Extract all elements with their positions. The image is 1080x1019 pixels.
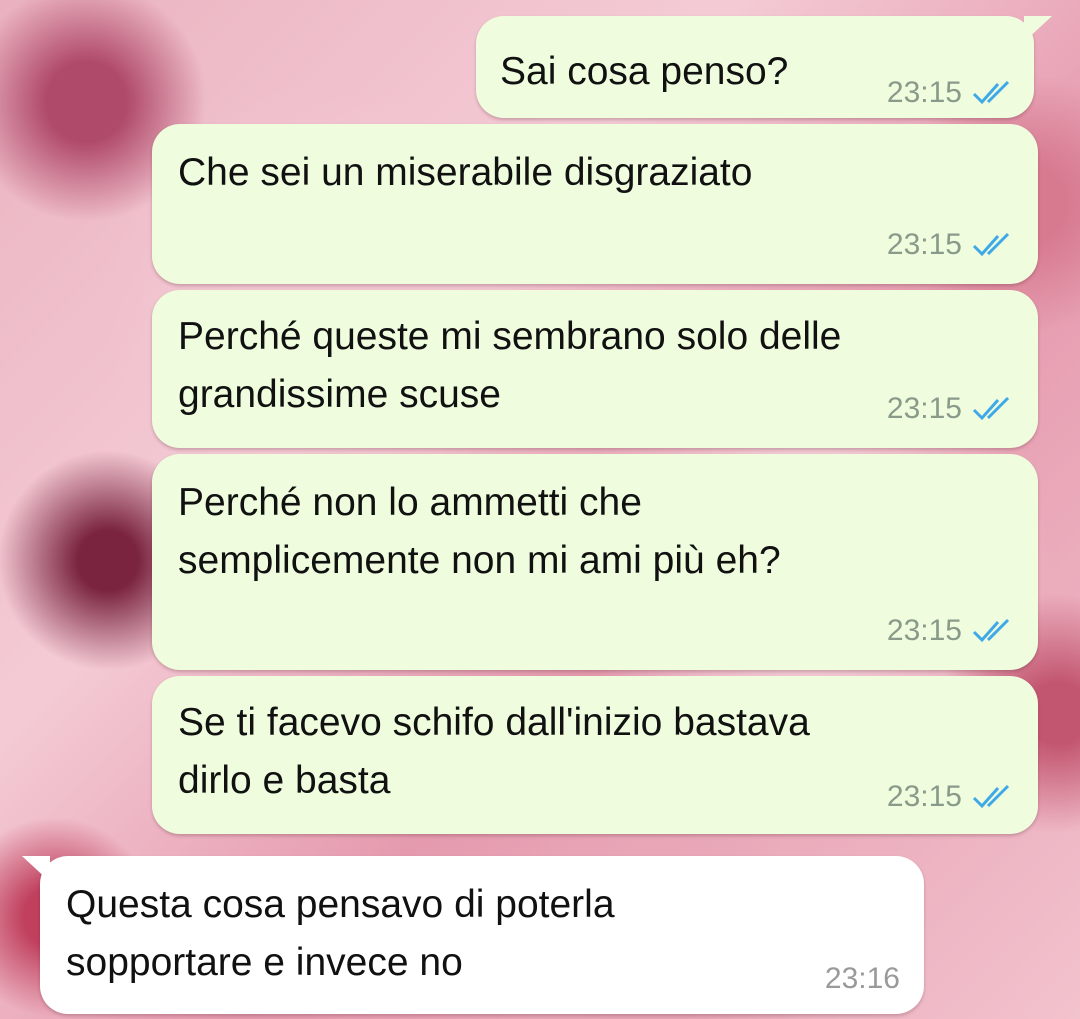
message-meta: 23:15 [887,780,1016,814]
message-time: 23:15 [886,780,962,813]
double-check-icon [972,80,1010,105]
outgoing-message-bubble[interactable]: Perché queste mi sembrano solo delle gra… [152,290,1038,448]
message-text-line: Perché queste mi sembrano solo delle [178,315,842,358]
message-meta: 23:15 [887,76,1016,110]
message-time: 23:16 [824,962,900,995]
message-meta: 23:15 [887,228,1016,262]
double-check-icon [972,784,1010,809]
outgoing-message-bubble[interactable]: Perché non lo ammetti che semplicemente … [152,454,1038,670]
message-time: 23:15 [886,228,962,261]
message-time: 23:15 [886,392,962,425]
bubble-tail [22,856,50,882]
message-text: Che sei un miserabile disgraziato [178,151,753,194]
message-text-line: Perché non lo ammetti che [178,481,642,524]
message-text-line: Questa cosa pensavo di poterla [66,883,615,926]
message-text: Sai cosa penso? [500,50,789,93]
outgoing-message-bubble[interactable]: Sai cosa penso? 23:15 [476,16,1052,118]
outgoing-message-bubble[interactable]: Se ti facevo schifo dall'inizio bastava … [152,676,1038,834]
message-time: 23:15 [886,76,962,109]
message-text-line: dirlo e basta [178,759,391,802]
double-check-icon [972,232,1010,257]
incoming-message-bubble[interactable]: Questa cosa pensavo di poterla sopportar… [22,856,924,1014]
double-check-icon [972,618,1010,643]
message-time: 23:15 [886,614,962,647]
message-text-line: grandissime scuse [178,373,501,416]
message-meta: 23:15 [887,614,1016,648]
double-check-icon [972,396,1010,421]
bubble-tail [1024,16,1052,42]
message-meta: 23:16 [825,962,900,996]
message-text-line: sopportare e invece no [66,941,463,984]
message-text-line: semplicemente non mi ami più eh? [178,539,781,582]
message-meta: 23:15 [887,392,1016,426]
message-text-line: Se ti facevo schifo dall'inizio bastava [178,701,810,744]
outgoing-message-bubble[interactable]: Che sei un miserabile disgraziato 23:15 [152,124,1038,284]
